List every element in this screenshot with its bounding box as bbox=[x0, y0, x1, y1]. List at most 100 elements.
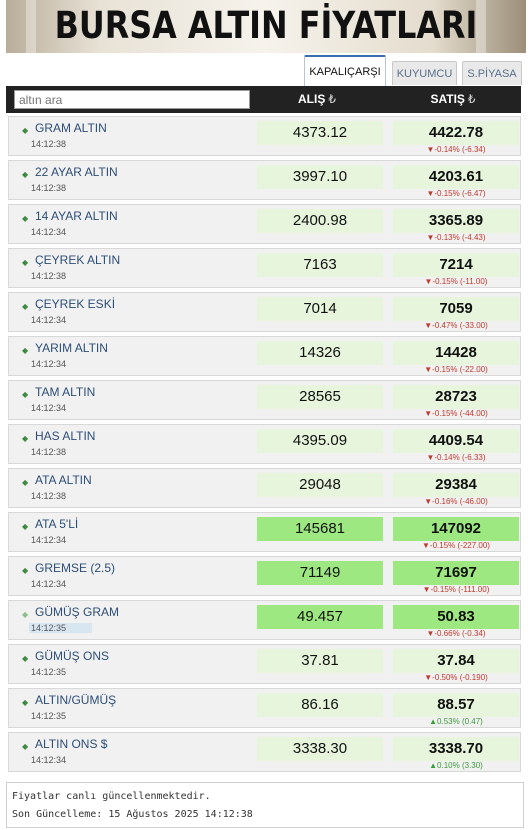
buy-price: 28565 bbox=[257, 385, 383, 409]
instrument-name[interactable]: 14 AYAR ALTIN bbox=[35, 209, 118, 223]
tab-serbest-piyasa[interactable]: S.PİYASA bbox=[462, 61, 522, 85]
update-time: 14:12:35 bbox=[29, 623, 93, 633]
bullet-icon: ◆ bbox=[22, 346, 29, 355]
price-row[interactable]: ◆ TAM ALTIN 14:12:34 28565 28723 ▼-0.15% (-44… bbox=[8, 380, 521, 420]
sell-price: 7214 bbox=[393, 253, 519, 277]
bullet-icon: ◆ bbox=[22, 214, 29, 223]
price-change: ▼-0.14% (-6.33) bbox=[426, 453, 486, 462]
sell-price: 88.57 bbox=[393, 693, 519, 717]
update-time: 14:12:38 bbox=[31, 447, 67, 457]
bullet-icon: ◆ bbox=[22, 566, 29, 575]
update-time: 14:12:34 bbox=[31, 579, 67, 589]
buy-price: 7163 bbox=[257, 253, 383, 277]
instrument-name[interactable]: GÜMÜŞ ONS bbox=[35, 649, 109, 663]
sell-price: 4203.61 bbox=[393, 165, 519, 189]
instrument-name[interactable]: TAM ALTIN bbox=[35, 385, 95, 399]
live-status-text: Fiyatlar canlı güncellenmektedir. bbox=[12, 791, 211, 802]
price-change: ▼-0.14% (-6.34) bbox=[426, 145, 486, 154]
sell-price: 50.83 bbox=[393, 605, 519, 629]
buy-price: 2400.98 bbox=[257, 209, 383, 233]
bullet-icon: ◆ bbox=[22, 258, 29, 267]
price-change: ▼-0.50% (-0.190) bbox=[424, 673, 488, 682]
price-row[interactable]: ◆ 22 AYAR ALTIN 14:12:38 3997.10 4203.61 ▼-0.… bbox=[8, 160, 521, 200]
search-input[interactable] bbox=[14, 90, 250, 109]
sell-price: 4422.78 bbox=[393, 121, 519, 145]
buy-price: 86.16 bbox=[257, 693, 383, 717]
sell-price: 147092 bbox=[393, 517, 519, 541]
buy-price: 29048 bbox=[257, 473, 383, 497]
bullet-icon: ◆ bbox=[22, 610, 29, 619]
price-row[interactable]: ◆ GRAM ALTIN 14:12:38 4373.12 4422.78 ▼-0.14%… bbox=[8, 116, 521, 156]
price-row[interactable]: ◆ ÇEYREK ALTIN 14:12:38 7163 7214 ▼-0.15% (-1… bbox=[8, 248, 521, 288]
update-time: 14:12:34 bbox=[31, 755, 67, 765]
instrument-name[interactable]: ÇEYREK ALTIN bbox=[35, 253, 120, 267]
price-row[interactable]: ◆ GREMSE (2.5) 14:12:34 71149 71697 ▼-0.15% (… bbox=[8, 556, 521, 596]
bullet-icon: ◆ bbox=[22, 742, 29, 751]
instrument-name[interactable]: GÜMÜŞ GRAM bbox=[35, 605, 119, 619]
update-time: 14:12:38 bbox=[31, 183, 67, 193]
lira-icon: ₺ bbox=[328, 92, 336, 106]
price-row[interactable]: ◆ ALTIN ONS $ 14:12:34 3338.30 3338.70 ▲0.10%… bbox=[8, 732, 521, 772]
instrument-name[interactable]: HAS ALTIN bbox=[35, 429, 95, 443]
buy-price: 71149 bbox=[257, 561, 383, 585]
price-row[interactable]: ◆ ALTIN/GÜMÜŞ 14:12:35 86.16 88.57 ▲0.53% (0.… bbox=[8, 688, 521, 728]
sell-price: 3338.70 bbox=[393, 737, 519, 761]
buy-price: 3338.30 bbox=[257, 737, 383, 761]
buy-price: 145681 bbox=[257, 517, 383, 541]
buy-price: 7014 bbox=[257, 297, 383, 321]
instrument-name[interactable]: ÇEYREK ESKİ bbox=[35, 297, 115, 311]
sell-price: 71697 bbox=[393, 561, 519, 585]
update-time: 14:12:35 bbox=[31, 711, 67, 721]
tab-kapalicarsi[interactable]: KAPALIÇARŞI bbox=[304, 55, 386, 86]
market-tabs: KAPALIÇARŞI KUYUMCU S.PİYASA bbox=[0, 55, 532, 86]
instrument-name[interactable]: YARIM ALTIN bbox=[35, 341, 108, 355]
sell-price: 3365.89 bbox=[393, 209, 519, 233]
price-row[interactable]: ◆ GÜMÜŞ GRAM 14:12:35 49.457 50.83 ▼-0.66% (-… bbox=[8, 600, 521, 640]
update-time: 14:12:34 bbox=[31, 315, 67, 325]
price-change: ▼-0.15% (-111.00) bbox=[422, 585, 490, 594]
price-row[interactable]: ◆ ÇEYREK ESKİ 14:12:34 7014 7059 ▼-0.47% (-33… bbox=[8, 292, 521, 332]
sell-price: 14428 bbox=[393, 341, 519, 365]
bullet-icon: ◆ bbox=[22, 654, 29, 663]
tab-kuyumcu[interactable]: KUYUMCU bbox=[392, 61, 457, 85]
update-time: 14:12:34 bbox=[31, 535, 67, 545]
price-row[interactable]: ◆ ATA 5'Lİ 14:12:34 145681 147092 ▼-0.15% (-2… bbox=[8, 512, 521, 552]
bullet-icon: ◆ bbox=[22, 126, 29, 135]
price-row[interactable]: ◆ YARIM ALTIN 14:12:34 14326 14428 ▼-0.15% (-… bbox=[8, 336, 521, 376]
instrument-name[interactable]: ATA ALTIN bbox=[35, 473, 92, 487]
instrument-name[interactable]: ALTIN ONS $ bbox=[35, 737, 107, 751]
price-change: ▼-0.15% (-22.00) bbox=[424, 365, 488, 374]
price-row[interactable]: ◆ 14 AYAR ALTIN 14:12:34 2400.98 3365.89 ▼-0.… bbox=[8, 204, 521, 244]
price-row[interactable]: ◆ GÜMÜŞ ONS 14:12:35 37.81 37.84 ▼-0.50% (-0.… bbox=[8, 644, 521, 684]
price-change: ▼-0.66% (-0.34) bbox=[426, 629, 486, 638]
update-time: 14:12:34 bbox=[31, 403, 67, 413]
instrument-name[interactable]: ALTIN/GÜMÜŞ bbox=[35, 693, 116, 707]
price-change: ▼-0.15% (-44.00) bbox=[424, 409, 488, 418]
price-change: ▼-0.15% (-6.47) bbox=[426, 189, 486, 198]
update-time: 14:12:38 bbox=[31, 491, 67, 501]
price-row[interactable]: ◆ ATA ALTIN 14:12:38 29048 29384 ▼-0.16% (-46… bbox=[8, 468, 521, 508]
sell-price: 37.84 bbox=[393, 649, 519, 673]
price-change: ▼-0.13% (-4.43) bbox=[426, 233, 486, 242]
buy-price: 37.81 bbox=[257, 649, 383, 673]
instrument-name[interactable]: GRAM ALTIN bbox=[35, 121, 107, 135]
bullet-icon: ◆ bbox=[22, 478, 29, 487]
sell-price: 29384 bbox=[393, 473, 519, 497]
instrument-name[interactable]: ATA 5'Lİ bbox=[35, 517, 78, 531]
lira-icon: ₺ bbox=[467, 92, 476, 106]
page-banner: BURSA ALTIN FİYATLARI bbox=[6, 0, 526, 53]
sell-price: 4409.54 bbox=[393, 429, 519, 453]
instrument-name[interactable]: GREMSE (2.5) bbox=[35, 561, 115, 575]
update-time: 14:12:38 bbox=[31, 139, 67, 149]
price-row[interactable]: ◆ HAS ALTIN 14:12:38 4395.09 4409.54 ▼-0.14% … bbox=[8, 424, 521, 464]
table-header: ALIŞ₺ SATIŞ₺ bbox=[6, 86, 521, 113]
price-change: ▲0.53% (0.47) bbox=[429, 717, 483, 726]
sell-price: 28723 bbox=[393, 385, 519, 409]
sell-price: 7059 bbox=[393, 297, 519, 321]
price-change: ▼-0.15% (-227.00) bbox=[422, 541, 490, 550]
bullet-icon: ◆ bbox=[22, 434, 29, 443]
instrument-name[interactable]: 22 AYAR ALTIN bbox=[35, 165, 118, 179]
price-change: ▼-0.16% (-46.00) bbox=[424, 497, 488, 506]
price-change: ▼-0.47% (-33.00) bbox=[424, 321, 488, 330]
buy-column-header: ALIŞ ₺ bbox=[254, 86, 380, 113]
